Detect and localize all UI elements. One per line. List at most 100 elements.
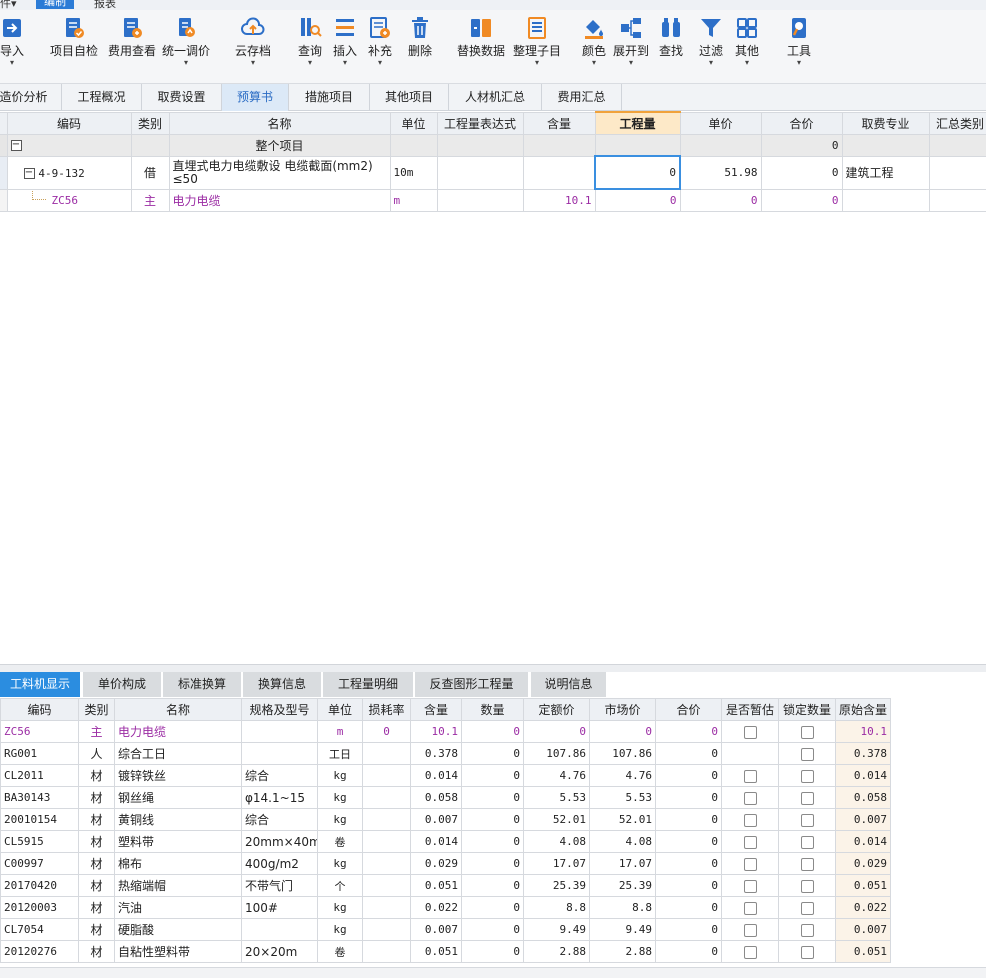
ribbon-button-9[interactable]: 替换数据 [455, 16, 507, 58]
chevron-down-icon[interactable]: ▾ [0, 59, 26, 67]
estimate-cell[interactable] [721, 896, 779, 919]
ribbon-button-16[interactable]: 工具 ▾ [785, 16, 813, 67]
materials-qty[interactable]: 0 [461, 852, 524, 875]
detail-tab-6[interactable]: 说明信息 [531, 672, 606, 697]
estimate-cell[interactable] [721, 786, 779, 809]
estimate-cell[interactable] [721, 742, 779, 765]
materials-name[interactable]: 电力电缆 [114, 720, 242, 743]
materials-content[interactable]: 0.014 [410, 830, 462, 853]
detail-tab-1[interactable]: 单价构成 [83, 672, 161, 697]
estimate-checkbox[interactable] [743, 857, 757, 871]
column-header[interactable]: 单价 [679, 111, 762, 135]
materials-column-header[interactable]: 损耗率 [362, 698, 411, 721]
materials-spec[interactable]: 20×20m [241, 940, 318, 963]
lock-cell[interactable] [778, 808, 836, 831]
materials-market[interactable]: 17.07 [589, 852, 656, 875]
materials-column-header[interactable]: 规格及型号 [241, 698, 318, 721]
materials-column-header[interactable]: 含量 [410, 698, 462, 721]
estimate-checkbox[interactable] [743, 813, 757, 827]
materials-column-header[interactable]: 数量 [461, 698, 524, 721]
ribbon-button-15[interactable]: 其他 ▾ [733, 16, 761, 67]
materials-market[interactable]: 52.01 [589, 808, 656, 831]
tab-7[interactable]: 费用汇总 [542, 84, 622, 111]
materials-row[interactable]: CL7054 材硬脂酸 kg 0.007 0 9.49 9.49 0 0.007 [0, 918, 891, 941]
tab-5[interactable]: 其他项目 [370, 84, 449, 111]
materials-code[interactable]: 20170420 [0, 874, 79, 897]
materials-column-header[interactable]: 合价 [655, 698, 722, 721]
lock-cell[interactable] [778, 852, 836, 875]
materials-base[interactable]: 107.86 [523, 742, 590, 765]
lock-checkbox[interactable] [800, 769, 814, 783]
materials-row[interactable]: C00997 材棉布 400g/m2 kg 0.029 0 17.07 17.07 0 0.029 [0, 852, 891, 875]
materials-column-header[interactable]: 编码 [0, 698, 79, 721]
materials-row[interactable]: CL5915 材塑料带 20mm×40m 卷 0.014 0 4.08 4.08 0 0.014 [0, 830, 891, 853]
materials-row[interactable]: ZC56 主电力电缆 m 0 10.1 0 0 0 0 10.1 [0, 720, 891, 743]
materials-market[interactable]: 4.08 [589, 830, 656, 853]
estimate-checkbox[interactable] [743, 945, 757, 959]
menu-edit[interactable]: 编制 [36, 0, 74, 9]
materials-name[interactable]: 棉布 [114, 852, 242, 875]
estimate-cell[interactable] [721, 918, 779, 941]
materials-content[interactable]: 0.058 [410, 786, 462, 809]
materials-row[interactable]: BA30143 材钢丝绳 φ14.1~15 kg 0.058 0 5.53 5.53 0 0.05… [0, 786, 891, 809]
materials-loss[interactable] [362, 808, 411, 831]
materials-column-header[interactable]: 锁定数量 [778, 698, 836, 721]
estimate-checkbox[interactable] [743, 791, 757, 805]
materials-base[interactable]: 8.8 [523, 896, 590, 919]
material-qty[interactable]: 0 [594, 188, 681, 212]
materials-column-header[interactable]: 单位 [317, 698, 363, 721]
materials-unit[interactable]: kg [317, 852, 363, 875]
materials-base[interactable]: 25.39 [523, 874, 590, 897]
detail-tab-5[interactable]: 反查图形工程量 [415, 672, 528, 697]
collapse-icon[interactable]: − [23, 167, 35, 179]
materials-content[interactable]: 0.014 [410, 764, 462, 787]
column-header[interactable]: 汇总类别 [928, 111, 986, 135]
estimate-checkbox[interactable] [743, 879, 757, 893]
materials-base[interactable]: 52.01 [523, 808, 590, 831]
item-code-cell[interactable]: − 4-9-132 [6, 155, 132, 190]
detail-tab-0[interactable]: 工料机显示 [0, 672, 80, 697]
materials-loss[interactable] [362, 874, 411, 897]
ribbon-button-8[interactable]: 删除 [406, 16, 434, 58]
materials-column-header[interactable]: 是否暂估 [721, 698, 779, 721]
group-expand-cell[interactable]: − [6, 133, 132, 157]
materials-row[interactable]: 20120276 材自粘性塑料带 20×20m 卷 0.051 0 2.88 2.88 0 0.0… [0, 940, 891, 963]
materials-qty[interactable]: 0 [461, 940, 524, 963]
materials-loss[interactable] [362, 764, 411, 787]
materials-market[interactable]: 0 [589, 720, 656, 743]
materials-qty[interactable]: 0 [461, 786, 524, 809]
estimate-checkbox[interactable] [743, 923, 757, 937]
materials-name[interactable]: 黄铜线 [114, 808, 242, 831]
materials-name[interactable]: 汽油 [114, 896, 242, 919]
materials-orig[interactable]: 0.014 [835, 830, 891, 853]
materials-qty[interactable]: 0 [461, 874, 524, 897]
item-content[interactable] [522, 155, 596, 190]
materials-row[interactable]: 20120003 材汽油 100# kg 0.022 0 8.8 8.8 0 0.022 [0, 896, 891, 919]
tab-6[interactable]: 人材机汇总 [449, 84, 542, 111]
estimate-checkbox[interactable] [743, 769, 757, 783]
chevron-down-icon[interactable]: ▾ [579, 59, 609, 67]
materials-unit[interactable]: kg [317, 786, 363, 809]
detail-tab-2[interactable]: 标准换算 [163, 672, 241, 697]
materials-spec[interactable]: 综合 [241, 764, 318, 787]
materials-loss[interactable] [362, 918, 411, 941]
materials-market[interactable]: 107.86 [589, 742, 656, 765]
material-row[interactable]: ZC56 主 电力电缆 m 10.1 0 0 0 [0, 188, 986, 212]
column-header[interactable]: 单位 [389, 111, 438, 135]
tab-0[interactable]: 造价分析 [0, 84, 62, 111]
estimate-cell[interactable] [721, 830, 779, 853]
materials-base[interactable]: 0 [523, 720, 590, 743]
material-price[interactable]: 0 [679, 188, 762, 212]
estimate-cell[interactable] [721, 764, 779, 787]
estimate-checkbox[interactable] [743, 725, 757, 739]
ribbon-button-0[interactable]: 导入 ▾ [0, 16, 26, 67]
lock-cell[interactable] [778, 874, 836, 897]
menu-file[interactable]: 件▾ [0, 0, 17, 10]
materials-content[interactable]: 0.007 [410, 808, 462, 831]
chevron-down-icon[interactable]: ▾ [785, 59, 813, 67]
materials-spec[interactable]: 400g/m2 [241, 852, 318, 875]
ribbon-button-11[interactable]: 颜色 ▾ [579, 16, 609, 67]
chevron-down-icon[interactable]: ▾ [330, 59, 360, 67]
materials-content[interactable]: 10.1 [410, 720, 462, 743]
ribbon-button-12[interactable]: 展开到 ▾ [611, 16, 651, 67]
